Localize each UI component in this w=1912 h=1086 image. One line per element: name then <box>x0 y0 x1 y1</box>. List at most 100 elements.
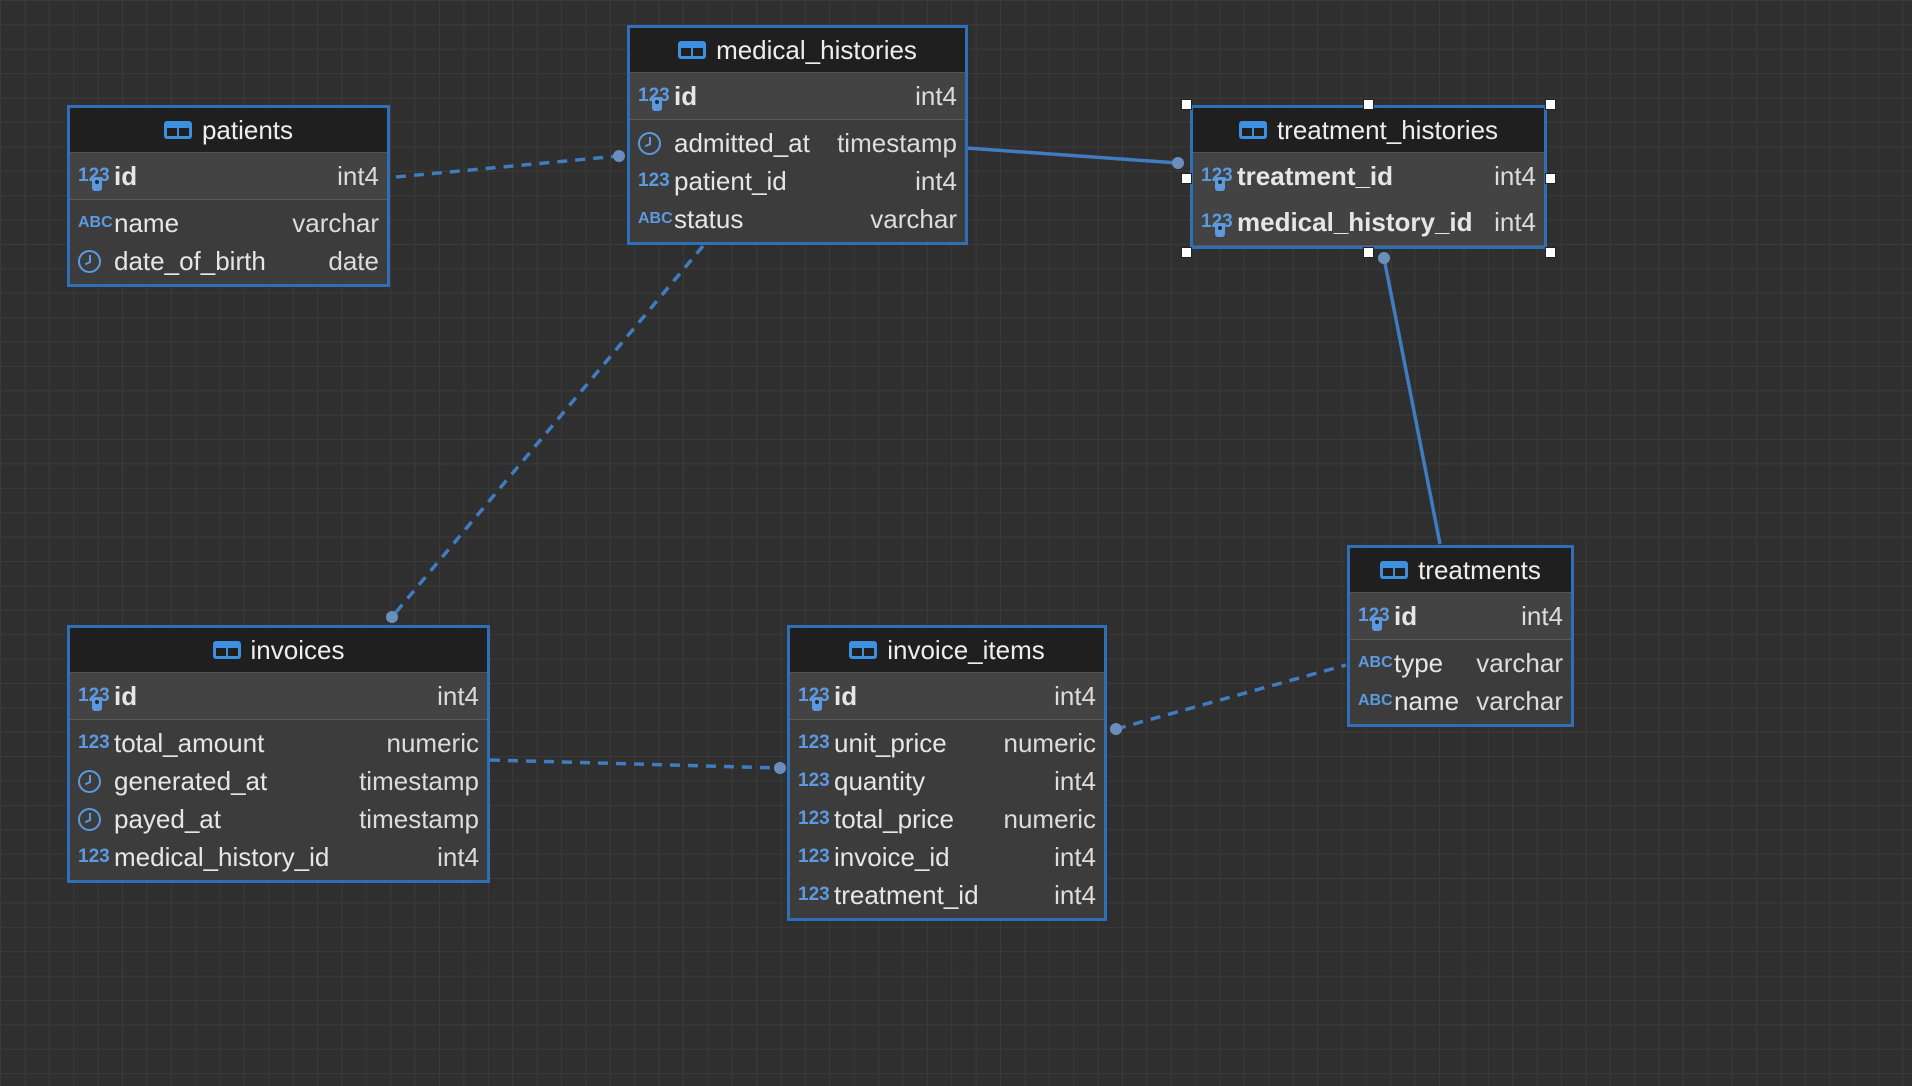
key-icon <box>652 97 662 111</box>
primary-key-icon: 123 <box>1201 165 1237 191</box>
table-icon <box>1380 561 1409 579</box>
table-treatment-histories[interactable]: treatment_histories 123 treatment_id int4 12… <box>1190 105 1547 249</box>
clock-face <box>638 131 661 155</box>
primary-key-row[interactable]: 123 treatment_id int4 <box>1193 153 1544 199</box>
table-title: treatment_histories <box>1276 114 1499 145</box>
primary-key-row[interactable]: 123 id int4 <box>1350 593 1571 640</box>
text-type-icon: ABC <box>638 210 673 227</box>
column-name: treatment_id <box>834 879 979 910</box>
table-header[interactable]: patients <box>70 108 387 153</box>
column-row[interactable]: ABC status varchar <box>630 200 965 238</box>
column-name: quantity <box>834 765 926 796</box>
link-endpoint <box>1110 723 1122 735</box>
table-medical-histories[interactable]: medical_histories 123 id int4 admitted_at tim… <box>627 25 968 245</box>
column-row[interactable]: 123 quantity int4 <box>790 762 1104 800</box>
column-name: patient_id <box>674 165 787 196</box>
column-row[interactable]: ABC name varchar <box>1350 682 1571 720</box>
table-treatments[interactable]: treatments 123 id int4 ABC type varchar ABC name… <box>1347 545 1574 727</box>
column-type: varchar <box>1476 685 1563 716</box>
column-name: name <box>1394 685 1460 716</box>
resize-handle[interactable] <box>1363 247 1374 258</box>
column-name: name <box>114 207 180 238</box>
clock-icon <box>78 769 114 793</box>
number-type-icon: 123 <box>798 732 830 753</box>
resize-handle[interactable] <box>1545 173 1556 184</box>
column-type: varchar <box>870 203 957 234</box>
column-type: numeric <box>1003 727 1096 758</box>
column-type: int4 <box>1054 680 1096 711</box>
column-type: numeric <box>386 727 479 758</box>
primary-key-row[interactable]: 123 id int4 <box>70 673 487 720</box>
table-icon <box>849 641 878 659</box>
text-type-icon: ABC <box>78 214 113 231</box>
link-endpoint <box>1378 252 1390 264</box>
number-type-icon: 123 <box>78 732 110 753</box>
column-row[interactable]: generated_at timestamp <box>70 762 487 800</box>
table-patients[interactable]: patients 123 id int4 ABC name varchar date_of_b… <box>67 105 390 287</box>
column-row[interactable]: 123 invoice_id int4 <box>790 838 1104 876</box>
table-header[interactable]: medical_histories <box>630 28 965 73</box>
column-list: admitted_at timestamp 123 patient_id int4 ABC… <box>630 120 965 242</box>
column-row[interactable]: 123 medical_history_id int4 <box>70 838 487 876</box>
column-row[interactable]: 123 patient_id int4 <box>630 162 965 200</box>
resize-handle[interactable] <box>1181 99 1192 110</box>
primary-key-icon: 123 <box>78 165 114 191</box>
column-row[interactable]: 123 unit_price numeric <box>790 724 1104 762</box>
resize-handle[interactable] <box>1363 99 1374 110</box>
resize-handle[interactable] <box>1181 173 1192 184</box>
column-row[interactable]: 123 total_amount numeric <box>70 724 487 762</box>
column-name: id <box>114 680 138 711</box>
column-row[interactable]: ABC type varchar <box>1350 644 1571 682</box>
table-icon <box>1238 121 1267 139</box>
key-icon <box>1215 223 1225 237</box>
table-invoices[interactable]: invoices 123 id int4 123 total_amount numeric g… <box>67 625 490 883</box>
column-name: unit_price <box>834 727 947 758</box>
resize-handle[interactable] <box>1545 247 1556 258</box>
number-type-icon: 123 <box>78 846 110 867</box>
link-endpoint <box>1172 157 1184 169</box>
column-type: varchar <box>1476 647 1563 678</box>
column-name: total_price <box>834 803 954 834</box>
table-icon <box>212 641 241 659</box>
key-icon <box>812 697 822 711</box>
primary-key-row[interactable]: 123 id int4 <box>70 153 387 200</box>
column-row[interactable]: payed_at timestamp <box>70 800 487 838</box>
clock-face <box>78 249 101 273</box>
column-type: int4 <box>915 80 957 111</box>
column-type: timestamp <box>359 765 479 796</box>
table-icon <box>163 121 192 139</box>
table-title: invoices <box>250 634 345 665</box>
column-row[interactable]: date_of_birth date <box>70 242 387 280</box>
column-type: int4 <box>337 160 379 191</box>
primary-key-icon: 123 <box>798 685 834 711</box>
column-type: timestamp <box>359 803 479 834</box>
table-title: treatments <box>1418 554 1541 585</box>
column-row[interactable]: admitted_at timestamp <box>630 124 965 162</box>
column-type: numeric <box>1003 803 1096 834</box>
resize-handle[interactable] <box>1181 247 1192 258</box>
primary-key-row[interactable]: 123 id int4 <box>790 673 1104 720</box>
column-name: admitted_at <box>674 127 810 158</box>
column-name: id <box>1394 600 1418 631</box>
column-name: type <box>1394 647 1444 678</box>
primary-key-row[interactable]: 123 id int4 <box>630 73 965 120</box>
table-header[interactable]: invoice_items <box>790 628 1104 673</box>
table-title: medical_histories <box>716 34 917 65</box>
column-row[interactable]: ABC name varchar <box>70 204 387 242</box>
key-icon <box>92 697 102 711</box>
column-name: treatment_id <box>1237 160 1394 191</box>
primary-key-icon: 123 <box>1358 605 1394 631</box>
link-endpoint <box>774 762 786 774</box>
primary-key-row[interactable]: 123 medical_history_id int4 <box>1193 199 1544 246</box>
table-invoice-items[interactable]: invoice_items 123 id int4 123 unit_price numer… <box>787 625 1107 921</box>
column-row[interactable]: 123 total_price numeric <box>790 800 1104 838</box>
column-name: invoice_id <box>834 841 950 872</box>
table-header[interactable]: treatment_histories <box>1193 108 1544 153</box>
table-header[interactable]: treatments <box>1350 548 1571 593</box>
primary-key-icon: 123 <box>78 685 114 711</box>
column-row[interactable]: 123 treatment_id int4 <box>790 876 1104 914</box>
resize-handle[interactable] <box>1545 99 1556 110</box>
key-icon <box>1372 617 1382 631</box>
column-list: 123 total_amount numeric generated_at timest… <box>70 720 487 880</box>
table-header[interactable]: invoices <box>70 628 487 673</box>
